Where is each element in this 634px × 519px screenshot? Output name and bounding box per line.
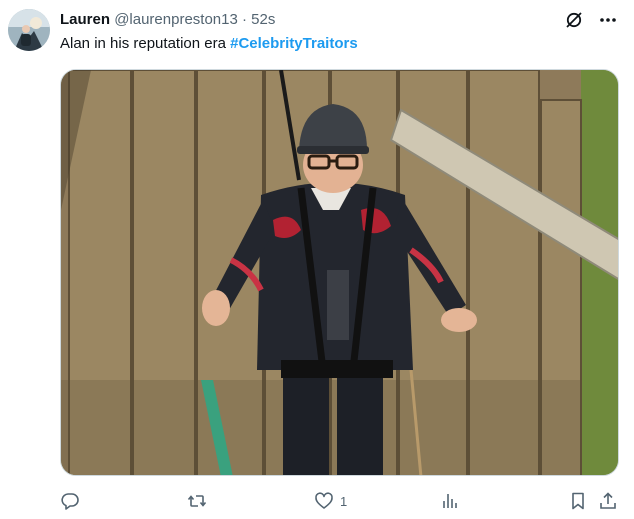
hashtag-link[interactable]: #CelebrityTraitors — [230, 35, 358, 52]
like-button[interactable]: 1 — [314, 488, 347, 514]
tweet-body: Alan in his reputation era — [60, 35, 231, 52]
tweet-header: Lauren @laurenpreston13 · 52s — [60, 10, 275, 30]
action-bar: 1 — [60, 488, 620, 514]
bookmark-button[interactable] — [568, 488, 588, 514]
author-avatar[interactable] — [8, 9, 50, 51]
author-name[interactable]: Lauren — [60, 11, 110, 28]
views-button[interactable] — [440, 488, 466, 514]
share-icon — [600, 492, 616, 509]
header-actions — [564, 10, 618, 30]
like-icon — [315, 492, 333, 509]
avatar-image — [8, 9, 50, 51]
bookmark-icon — [572, 492, 584, 510]
tweet-timestamp[interactable]: 52s — [251, 11, 275, 28]
media-photo — [61, 70, 618, 475]
tweet-text: Alan in his reputation era #CelebrityTra… — [60, 34, 358, 54]
more-icon[interactable] — [598, 10, 618, 30]
reply-icon — [61, 493, 79, 510]
retweet-icon — [187, 495, 207, 507]
tweet-media[interactable] — [60, 69, 619, 476]
author-handle[interactable]: @laurenpreston13 — [114, 11, 238, 28]
views-icon — [443, 494, 457, 508]
like-count: 1 — [340, 493, 348, 509]
reply-button[interactable] — [60, 488, 86, 514]
grok-icon[interactable] — [564, 10, 584, 30]
share-button[interactable] — [598, 488, 618, 514]
retweet-button[interactable] — [187, 488, 213, 514]
header-separator: · — [242, 11, 247, 28]
